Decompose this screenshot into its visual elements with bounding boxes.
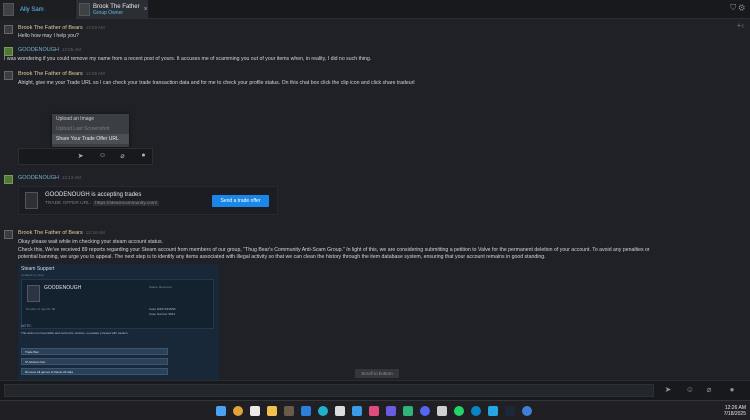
message-time: 12:18 AM (85, 230, 105, 235)
steam-support-image[interactable]: Steam Support Updated by valve GOODENOUG… (18, 264, 219, 380)
message-author[interactable]: Brook The Father of Bears (18, 25, 83, 31)
app-icon[interactable] (318, 406, 328, 416)
message-input[interactable] (4, 384, 654, 397)
send-trade-offer-button[interactable]: Send a trade offer (212, 195, 269, 207)
message-text: I was wondering if you could remove my n… (4, 56, 372, 62)
trade-title: GOODENOUGH is accepting trades (45, 192, 142, 198)
steam-chat-window: Ally Sam Brook The Father Group Owner × … (0, 0, 750, 420)
note-text: This action is irreversible and cannot b… (21, 331, 129, 335)
message-text: Check this, We've received 89 reports re… (18, 247, 650, 253)
inline-composer-image: ➤ ☺ ⌀ ● (18, 148, 153, 165)
voice-icon[interactable]: ● (726, 385, 738, 397)
chrome-icon[interactable] (233, 406, 243, 416)
action-bar: Remove All games & Delete All data (21, 368, 168, 375)
account-panel: GOODENOUGH Status: Reported Number of re… (21, 279, 214, 329)
emoji-icon[interactable]: ☺ (684, 385, 696, 397)
action-bar: IP Address ban (21, 358, 168, 365)
emoji-icon: ☺ (98, 152, 107, 159)
attach-icon[interactable]: ⌀ (703, 385, 715, 397)
system-clock[interactable]: 12:26 AM 7/18/2025 (724, 405, 746, 417)
app-icon[interactable] (335, 406, 345, 416)
tab-brook-the-father[interactable]: Brook The Father Group Owner × (76, 0, 148, 19)
app-icon[interactable] (369, 406, 379, 416)
attach-popup-menu: Upload an Image Upload Last Screenshot S… (52, 114, 129, 147)
report-count: Number of reports: 89 (26, 307, 56, 311)
menu-item-upload-screenshot[interactable]: Upload Last Screenshot (52, 124, 129, 134)
store-icon[interactable] (301, 406, 311, 416)
scroll-to-bottom-button[interactable]: Scroll to bottom (355, 369, 399, 378)
app-icon[interactable] (488, 406, 498, 416)
account-status: Status: Reported (149, 285, 172, 289)
message-author[interactable]: GOODENOUGH (18, 175, 59, 181)
folder-icon[interactable] (267, 406, 277, 416)
voice-icon: ● (141, 152, 146, 159)
settings-icons[interactable]: ⛉ ⚙ (730, 3, 745, 13)
message-text: Okay please wait while im checking your … (18, 239, 164, 245)
send-icon: ➤ (77, 153, 84, 160)
attach-icon: ⌀ (120, 153, 125, 160)
message-time: 12:08 AM (85, 71, 105, 76)
message-text: Alright, give me your Trade URL so I can… (18, 80, 415, 86)
app-icon[interactable] (352, 406, 362, 416)
message-time: 12:03 AM (85, 25, 105, 30)
trade-offer-card: GOODENOUGH is accepting trades TRADE OFF… (18, 186, 278, 215)
message-time: 12:05 AM (61, 47, 81, 52)
message-author[interactable]: Brook The Father of Bears (18, 230, 83, 236)
app-icon[interactable] (403, 406, 413, 416)
app-icon[interactable] (522, 406, 532, 416)
trade-url-label: TRADE OFFER URL: (45, 201, 92, 206)
send-icon[interactable]: ➤ (662, 385, 674, 397)
message-author[interactable]: GOODENOUGH (18, 47, 59, 53)
add-friend-icon[interactable]: +‹ (737, 21, 744, 30)
embed-title: Steam Support (21, 266, 55, 272)
chat-tab-bar: Ally Sam Brook The Father Group Owner × … (0, 0, 750, 19)
trade-url[interactable]: https://steamcommunity.com/ (93, 201, 160, 206)
app-icon[interactable] (471, 406, 481, 416)
action-bar: Trade Ban (21, 348, 168, 355)
avatar (3, 3, 14, 16)
app-icon[interactable] (437, 406, 447, 416)
avatar (4, 175, 13, 184)
account-name: GOODENOUGH (44, 285, 82, 291)
message-time: 12:13 AM (61, 175, 81, 180)
app-icon[interactable] (250, 406, 260, 416)
message-text: potential banning, we urge you to appeal… (18, 254, 546, 260)
app-icon[interactable] (284, 406, 294, 416)
menu-item-upload-image[interactable]: Upload an Image (52, 114, 129, 124)
case-number: Case Number 9813 (149, 312, 176, 316)
avatar (79, 3, 90, 16)
message-text: Hello how may I help you? (18, 33, 79, 39)
avatar (4, 71, 13, 80)
note-label: NOTE: (21, 324, 32, 328)
avatar (4, 25, 13, 34)
tab-subtitle: Group Owner (93, 9, 124, 16)
tab-label: Ally Sam (20, 6, 44, 13)
windows-taskbar: 12:26 AM 7/18/2025 (0, 400, 750, 420)
tab-ally-sam[interactable]: Ally Sam (0, 0, 75, 19)
menu-item-share-trade-url[interactable]: Share Your Trade Offer URL (52, 134, 129, 144)
app-icon[interactable] (454, 406, 464, 416)
start-icon[interactable] (216, 406, 226, 416)
discord-icon[interactable] (420, 406, 430, 416)
message-author[interactable]: Brook The Father of Bears (18, 71, 83, 77)
close-icon[interactable]: × (144, 6, 148, 13)
message-composer: ➤ ☺ ⌀ ● (0, 380, 750, 400)
avatar (27, 285, 40, 302)
avatar (4, 47, 13, 56)
tab-label: Brook The Father (93, 3, 140, 10)
avatar (4, 230, 13, 239)
clock-date: 7/18/2025 (723, 411, 746, 417)
app-icon[interactable] (386, 406, 396, 416)
embed-subtitle: Updated by valve (21, 273, 45, 277)
steam-icon[interactable] (505, 406, 515, 416)
avatar (25, 192, 38, 209)
